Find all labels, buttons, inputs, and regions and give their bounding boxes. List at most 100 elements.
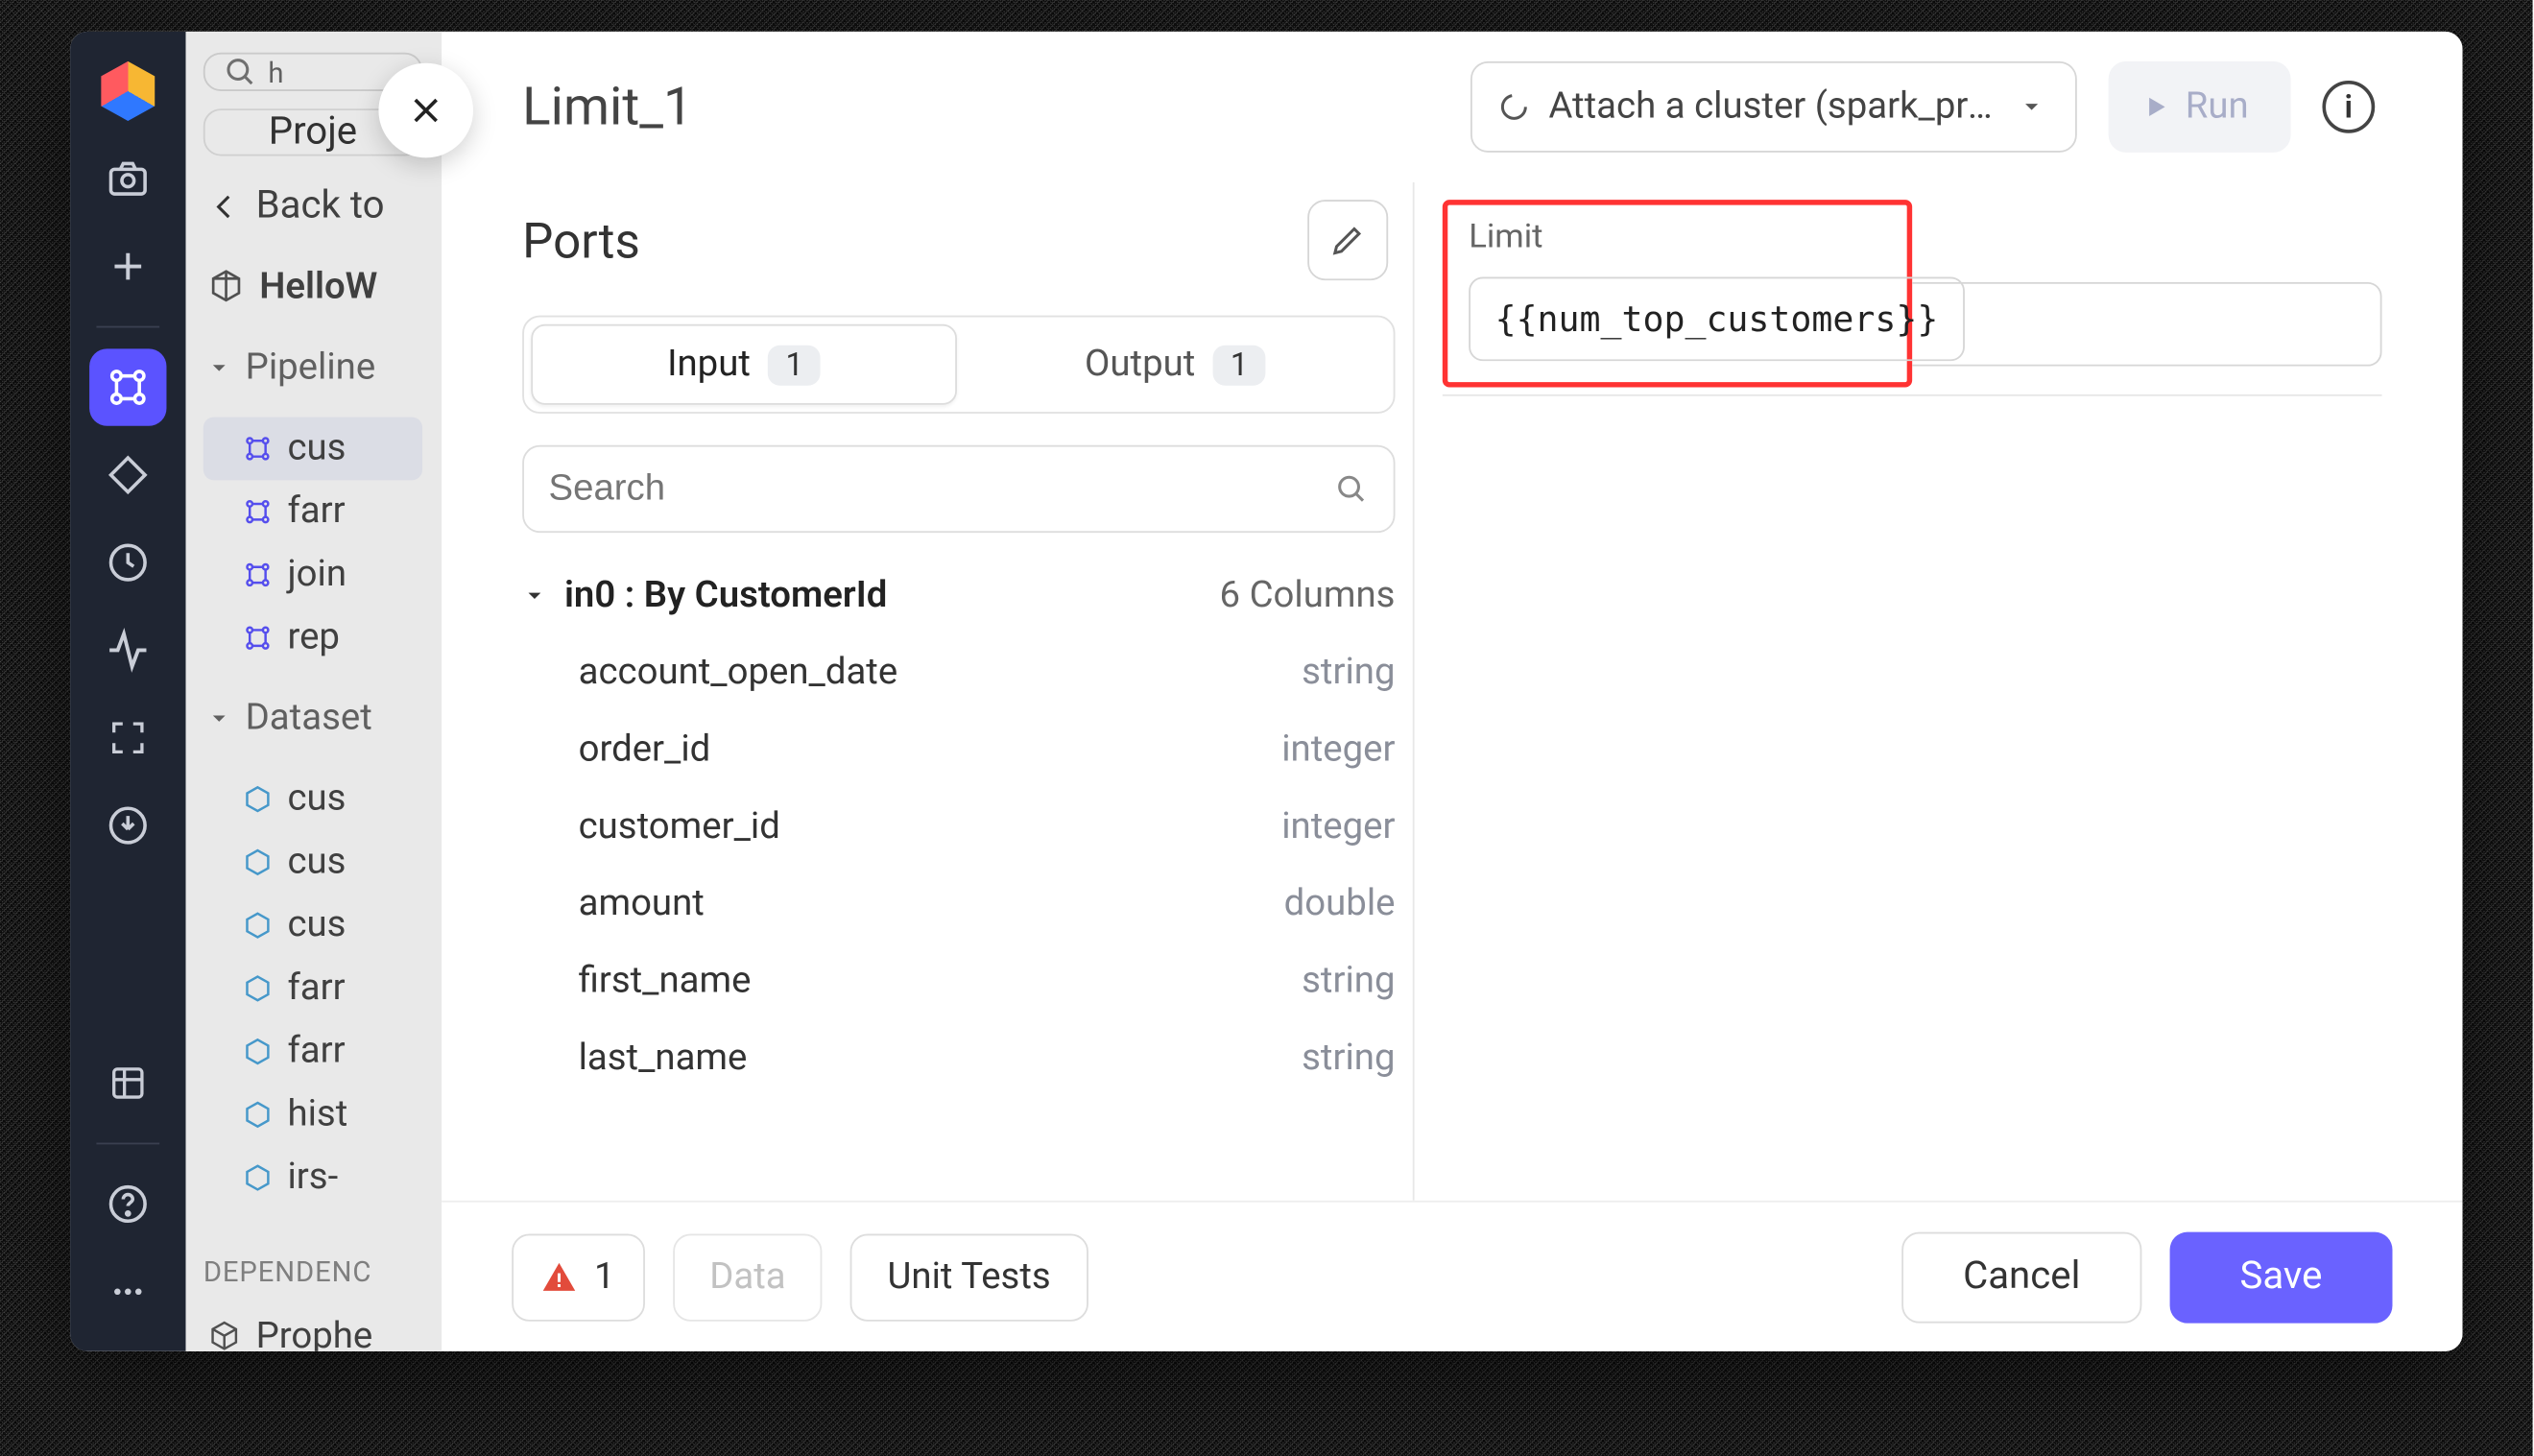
column-row[interactable]: last_namestring — [522, 1020, 1395, 1097]
info-button[interactable]: i — [2322, 81, 2375, 133]
bg-back-label: Back to — [256, 184, 385, 228]
tab-output-count: 1 — [1213, 345, 1266, 385]
camera-icon[interactable] — [89, 140, 166, 217]
bg-pipeline-item[interactable]: rep — [203, 607, 422, 670]
cancel-button[interactable]: Cancel — [1901, 1231, 2141, 1323]
unit-tests-label: Unit Tests — [888, 1255, 1051, 1298]
edit-ports-button[interactable] — [1307, 200, 1388, 280]
limit-input-extension[interactable] — [1912, 282, 2381, 367]
plus-icon[interactable] — [89, 227, 166, 304]
bg-dataset-item[interactable]: cus — [203, 894, 422, 957]
run-label: Run — [2186, 85, 2249, 128]
more-icon[interactable] — [89, 1253, 166, 1330]
column-name: account_open_date — [579, 652, 898, 694]
hex3d-icon — [206, 1320, 242, 1351]
rail-divider — [96, 1143, 159, 1145]
column-row[interactable]: first_namestring — [522, 943, 1395, 1019]
bg-dataset-label: hist — [287, 1093, 347, 1135]
limit-value: {{num_top_customers}} — [1495, 298, 1939, 340]
save-button[interactable]: Save — [2169, 1231, 2392, 1323]
diamond-icon[interactable] — [89, 437, 166, 513]
tab-input[interactable]: Input 1 — [531, 324, 957, 405]
help-icon[interactable] — [89, 1165, 166, 1242]
close-button[interactable] — [378, 63, 473, 158]
hexagon-icon — [242, 847, 274, 878]
attach-cluster-dropdown[interactable]: Attach a cluster (spark_proph… — [1470, 61, 2077, 153]
app-logo[interactable] — [89, 53, 166, 130]
column-row[interactable]: amountdouble — [522, 866, 1395, 943]
io-tabs: Input 1 Output 1 — [522, 316, 1395, 414]
hexagon-icon — [242, 783, 274, 815]
rail-divider — [96, 326, 159, 328]
cancel-label: Cancel — [1963, 1254, 2080, 1299]
bg-group-pipelines[interactable]: Pipeline — [203, 337, 422, 400]
data-label: Data — [709, 1255, 785, 1298]
data-button: Data — [673, 1233, 823, 1321]
clock-icon[interactable] — [89, 524, 166, 601]
bg-dataset-item[interactable]: farr — [203, 1020, 422, 1084]
bg-search-placeholder: h — [268, 56, 283, 89]
bg-dataset-item[interactable]: hist — [203, 1083, 422, 1146]
bg-dataset-item[interactable]: irs- — [203, 1146, 422, 1209]
bg-group-pipelines-label: Pipeline — [246, 347, 376, 390]
pencil-icon — [1328, 221, 1367, 259]
pipeline-nav-icon[interactable] — [89, 348, 166, 425]
background-sidebar: h Proje Back to HelloW Pipeline cusfarrj… — [186, 32, 442, 1351]
chevron-down-icon — [2019, 93, 2044, 121]
bg-hello-item[interactable]: HelloW — [203, 256, 422, 320]
bg-dataset-item[interactable]: cus — [203, 831, 422, 895]
bg-hello-label: HelloW — [259, 267, 377, 309]
bg-dataset-label: cus — [287, 778, 346, 821]
download-icon[interactable] — [89, 787, 166, 864]
bg-project-button-label: Proje — [269, 110, 357, 155]
activity-icon[interactable] — [89, 611, 166, 688]
limit-highlight: Limit {{num_top_customers}} — [1443, 200, 1912, 387]
column-row[interactable]: account_open_date string — [522, 634, 1395, 711]
chevron-down-icon — [522, 584, 547, 609]
column-type: integer — [1281, 806, 1395, 848]
port-search-input[interactable] — [549, 468, 1334, 511]
bg-dataset-item[interactable]: cus — [203, 768, 422, 831]
hexagon-icon — [242, 910, 274, 942]
column-name: order_id — [579, 729, 711, 772]
limit-input[interactable]: {{num_top_customers}} — [1469, 277, 1965, 362]
port-group-header[interactable]: in0 : By CustomerId 6 Columns — [522, 575, 1395, 617]
tab-input-label: Input — [667, 344, 751, 386]
run-button: Run — [2108, 61, 2290, 153]
play-icon — [2140, 91, 2171, 123]
ports-title: Ports — [522, 211, 640, 269]
column-type: double — [1284, 883, 1396, 925]
hexagon-icon — [242, 1036, 274, 1067]
warning-icon — [541, 1259, 577, 1295]
column-name: customer_id — [579, 806, 780, 848]
bg-back-link[interactable]: Back to — [203, 174, 422, 239]
bg-pipeline-label: join — [287, 554, 347, 596]
bg-dataset-item[interactable]: farr — [203, 957, 422, 1020]
bg-group-datasets[interactable]: Dataset — [203, 687, 422, 751]
expand-icon[interactable] — [89, 700, 166, 776]
warning-chip[interactable]: 1 — [512, 1233, 644, 1321]
bg-dataset-label: farr — [287, 1031, 345, 1073]
hexagon-icon — [242, 1099, 274, 1131]
bg-pipeline-item[interactable]: farr — [203, 480, 422, 543]
hexagon-icon — [242, 1162, 274, 1194]
column-name: first_name — [579, 961, 752, 1003]
pipeline-icon — [242, 496, 274, 528]
tab-output[interactable]: Output 1 — [964, 324, 1386, 405]
grid-icon[interactable] — [89, 1044, 166, 1121]
column-type: string — [1302, 652, 1395, 694]
bg-pipeline-item[interactable]: cus — [203, 418, 422, 481]
unit-tests-button[interactable]: Unit Tests — [850, 1233, 1088, 1321]
column-row[interactable]: order_idinteger — [522, 711, 1395, 788]
port-group-count: 6 Columns — [1220, 575, 1396, 617]
port-search[interactable] — [522, 445, 1395, 533]
column-name: last_name — [579, 1038, 748, 1080]
pipeline-icon — [242, 622, 274, 654]
bg-pipeline-item[interactable]: join — [203, 543, 422, 607]
bg-pipeline-label: rep — [287, 617, 340, 659]
tab-output-label: Output — [1085, 344, 1195, 386]
bg-dependency-label: Prophe — [256, 1316, 373, 1351]
column-row[interactable]: customer_id integer — [522, 789, 1395, 866]
bg-dependency-item[interactable]: Prophe — [203, 1305, 422, 1350]
tab-input-count: 1 — [768, 345, 821, 385]
